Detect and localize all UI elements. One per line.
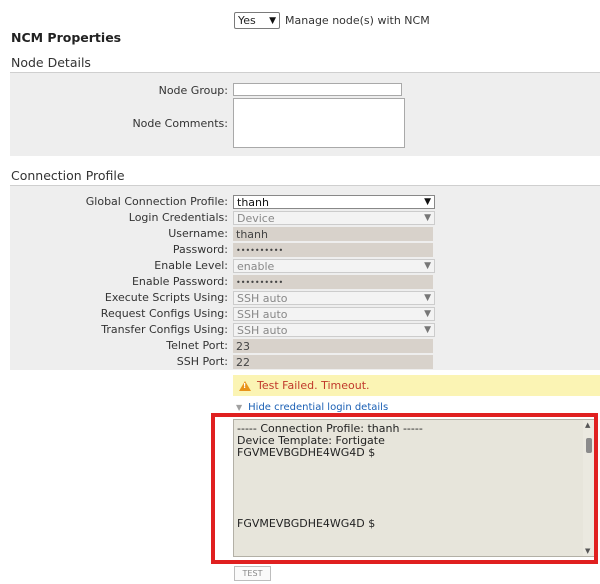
execute-scripts-value: SSH auto (237, 291, 288, 305)
telnet-port-field[interactable]: 23 (233, 339, 433, 353)
hide-credential-details-label: Hide credential login details (248, 402, 389, 413)
manage-row: Yes ▼ Manage node(s) with NCM (234, 12, 430, 29)
login-credentials-label: Login Credentials: (128, 211, 228, 224)
login-credentials-select[interactable]: Device ▼ (233, 211, 435, 225)
request-configs-select[interactable]: SSH auto ▼ (233, 307, 435, 321)
password-value: •••••••••• (236, 245, 284, 255)
ssh-port-label: SSH Port: (176, 355, 228, 368)
chevron-down-icon: ▼ (424, 325, 431, 335)
test-failed-banner: Test Failed. Timeout. (233, 375, 600, 396)
global-connection-profile-value: thanh (237, 195, 269, 209)
enable-password-value: •••••••••• (236, 277, 284, 287)
chevron-down-icon: ▼ (424, 309, 431, 319)
transfer-configs-select[interactable]: SSH auto ▼ (233, 323, 435, 337)
enable-level-label: Enable Level: (154, 259, 228, 272)
telnet-port-label: Telnet Port: (166, 339, 228, 352)
chevron-down-icon: ▼ (424, 293, 431, 303)
chevron-down-icon: ▼ (424, 261, 431, 271)
chevron-down-icon: ▼ (424, 197, 431, 207)
transfer-configs-label: Transfer Configs Using: (101, 323, 228, 336)
node-comments-textarea[interactable] (233, 98, 405, 148)
node-group-label: Node Group: (158, 84, 228, 97)
enable-level-value: enable (237, 259, 275, 273)
chevron-down-icon: ▼ (424, 213, 431, 223)
transfer-configs-value: SSH auto (237, 323, 288, 337)
node-details-title: Node Details (11, 55, 91, 70)
password-label: Password: (172, 243, 228, 256)
execute-scripts-select[interactable]: SSH auto ▼ (233, 291, 435, 305)
manage-ncm-select-value: Yes (238, 14, 256, 27)
login-credentials-value: Device (237, 211, 275, 225)
username-field[interactable]: thanh (233, 227, 433, 241)
chevron-down-icon: ▼ (269, 15, 276, 26)
username-label: Username: (168, 227, 228, 240)
highlight-box (211, 413, 598, 564)
ssh-port-value: 22 (236, 355, 250, 369)
triangle-down-icon: ▼ (236, 403, 243, 412)
enable-level-select[interactable]: enable ▼ (233, 259, 435, 273)
global-connection-profile-select[interactable]: thanh ▼ (233, 195, 435, 209)
connection-profile-title: Connection Profile (11, 168, 125, 183)
hide-credential-details-link[interactable]: ▼ Hide credential login details (236, 402, 388, 413)
node-group-input[interactable] (233, 83, 402, 96)
ssh-port-field[interactable]: 22 (233, 355, 433, 369)
enable-password-label: Enable Password: (131, 275, 228, 288)
warning-icon (239, 380, 251, 391)
manage-ncm-select[interactable]: Yes ▼ (234, 12, 280, 29)
telnet-port-value: 23 (236, 339, 250, 353)
manage-ncm-label: Manage node(s) with NCM (285, 14, 430, 27)
test-failed-message: Test Failed. Timeout. (257, 379, 370, 392)
execute-scripts-label: Execute Scripts Using: (104, 291, 228, 304)
node-comments-label: Node Comments: (132, 117, 228, 130)
test-button[interactable]: TEST (234, 566, 271, 581)
request-configs-value: SSH auto (237, 307, 288, 321)
ncm-properties-title: NCM Properties (11, 30, 122, 45)
enable-password-field[interactable]: •••••••••• (233, 275, 433, 289)
username-value: thanh (236, 227, 268, 241)
global-connection-profile-label: Global Connection Profile: (85, 195, 228, 208)
password-field[interactable]: •••••••••• (233, 243, 433, 257)
request-configs-label: Request Configs Using: (100, 307, 228, 320)
